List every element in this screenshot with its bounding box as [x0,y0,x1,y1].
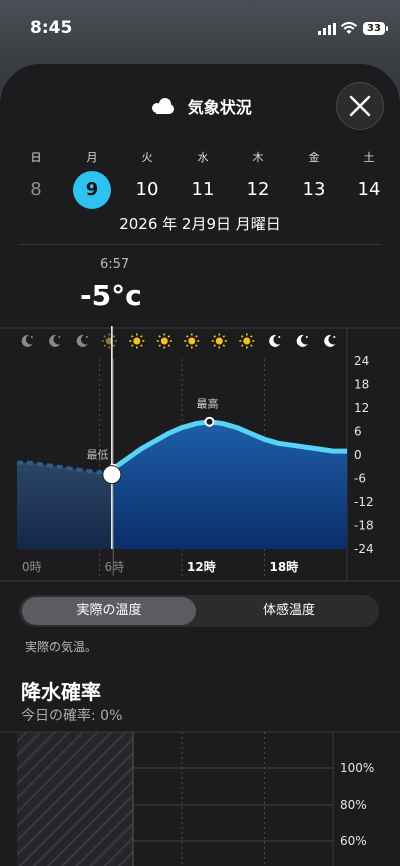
x-tick-label: 0時 [22,560,42,574]
day-3[interactable]: 水 11 [181,149,225,200]
actual-temperature-tab[interactable]: 実際の温度 [22,597,196,625]
day-of-week-label: 火 [141,151,153,164]
precip-y-tick-label: 60% [340,834,367,848]
close-icon [349,95,371,117]
day-number: 14 [357,179,381,200]
current-temperature-marker[interactable] [102,465,122,485]
day-number: 10 [135,179,159,200]
current-temperature: -5°c [80,279,142,312]
y-tick-label: 6 [354,425,362,439]
day-of-week-label: 木 [252,151,264,164]
y-tick-label: 24 [354,354,369,368]
divider [18,244,382,245]
sun-icon [156,333,172,349]
precip-y-tick-label: 100% [340,761,374,775]
past-hours-hatch [17,732,133,866]
status-bar: 8:45 33 [0,0,400,60]
day-of-week-label: 土 [363,151,375,164]
current-time: 6:57 [100,257,130,272]
moon-icon [324,334,336,347]
x-tick-label: 6時 [105,560,125,574]
y-tick-label: -24 [354,542,374,556]
precipitation-title: 降水確率 [21,680,101,704]
y-tick-label: -18 [354,519,374,533]
y-tick-label: 12 [354,401,369,415]
day-4[interactable]: 木 12 [236,149,280,200]
selected-date: 2026 年 2月9日 月曜日 [119,215,281,233]
sun-icon [211,333,227,349]
y-tick-label: 0 [354,448,362,462]
temperature-mode-toggle: 実際の温度 体感温度 [19,595,379,627]
min-label: 最低 [87,449,109,462]
moon-icon [49,334,61,347]
sun-icon [129,333,145,349]
sunrise-icon [101,333,117,349]
moon-icon [21,334,33,347]
chart-description: 実際の気温。 [25,640,98,654]
moon-icon [76,334,88,347]
sun-icon [239,333,255,349]
y-tick-label: -6 [354,472,366,486]
close-button[interactable] [336,82,384,130]
day-2[interactable]: 火 10 [125,149,169,200]
precipitation-chart: 100% 80% 60% [0,731,400,866]
wifi-icon [340,21,358,34]
battery-indicator: 33 [363,22,388,35]
day-number: 13 [302,179,326,200]
x-tick-label: 18時 [270,559,299,574]
sun-icon [184,333,200,349]
day-number: 9 [73,171,111,209]
day-6[interactable]: 土 14 [347,149,391,200]
feels-like-tab[interactable]: 体感温度 [202,597,376,625]
precip-y-tick-label: 80% [340,798,367,812]
day-of-week-label: 金 [308,151,320,164]
precipitation-subtitle: 今日の確率: 0% [21,708,123,724]
cloud-icon [152,98,175,114]
day-number: 12 [246,179,270,200]
day-1[interactable]: 月9 [70,149,114,209]
temperature-chart[interactable]: 24 18 12 6 0 -6 -12 -18 -24 0時 6時 12時 18時 最低 最高 [0,324,400,584]
cellular-signal-icon [318,23,336,35]
moon-icon [269,334,281,347]
day-number: 8 [30,179,42,200]
day-of-week-label: 水 [197,151,209,164]
day-number: 11 [191,179,215,200]
day-of-week-label: 月 [86,151,98,164]
max-marker [204,416,215,427]
day-0[interactable]: 日8 [14,149,58,200]
y-tick-label: 18 [354,378,369,392]
past-area [17,462,114,549]
weather-conditions-sheet: 気象状況 日 8 月 9 火 10 水 11 木 12 金 13 土 14 2026 年 2月9日 月曜日… [0,64,400,866]
moon-icon [296,334,308,347]
sheet-title-label: 気象状況 [187,98,252,117]
y-tick-label: -12 [354,495,374,509]
day-5[interactable]: 金 13 [292,149,336,200]
x-tick-label: 12時 [187,559,216,574]
max-label: 最高 [197,397,219,411]
day-of-week-label: 日 [30,151,42,164]
status-time: 8:45 [30,18,73,38]
